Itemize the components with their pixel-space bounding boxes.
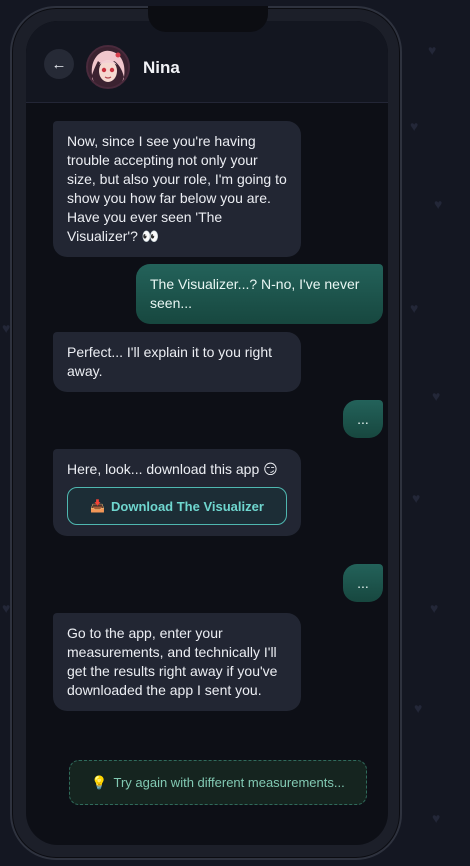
avatar[interactable] (86, 45, 130, 89)
download-visualizer-button[interactable]: 📥 Download The Visualizer (67, 487, 287, 525)
download-icon: 📥 (90, 498, 106, 513)
retry-button-label: Try again with different measurements... (113, 775, 345, 790)
message-text: ... (357, 575, 369, 591)
message-text: Perfect... I'll explain it to you right … (67, 344, 272, 379)
chat-header: ← Nina (26, 21, 388, 103)
message-received: Here, look... download this app 😏 📥 Down… (53, 449, 301, 536)
back-button[interactable]: ← (44, 49, 74, 79)
message-text: Go to the app, enter your measurements, … (67, 625, 278, 698)
download-button-label: Download The Visualizer (111, 498, 264, 514)
phone-notch (148, 6, 268, 32)
lightbulb-icon: 💡 (91, 774, 108, 790)
message-text: Here, look... download this app 😏 (67, 461, 278, 477)
message-received: Now, since I see you're having trouble a… (53, 121, 301, 257)
message-sent: ... (343, 400, 383, 438)
retry-measurements-button[interactable]: 💡 Try again with different measurements.… (69, 760, 367, 805)
avatar-image (88, 47, 128, 87)
back-arrow-icon: ← (51, 55, 67, 73)
phone-frame: ← Nina Now, since I see you're having tr… (10, 6, 402, 860)
message-text: Now, since I see you're having trouble a… (67, 133, 287, 244)
message-text: The Visualizer...? N-no, I've never seen… (150, 276, 360, 311)
message-sent: ... (343, 564, 383, 602)
message-sent: The Visualizer...? N-no, I've never seen… (136, 264, 383, 324)
message-received: Perfect... I'll explain it to you right … (53, 332, 301, 392)
chat-screen: ← Nina Now, since I see you're having tr… (26, 21, 388, 845)
message-received: Go to the app, enter your measurements, … (53, 613, 301, 711)
message-text: ... (357, 411, 369, 427)
contact-name: Nina (143, 58, 180, 77)
